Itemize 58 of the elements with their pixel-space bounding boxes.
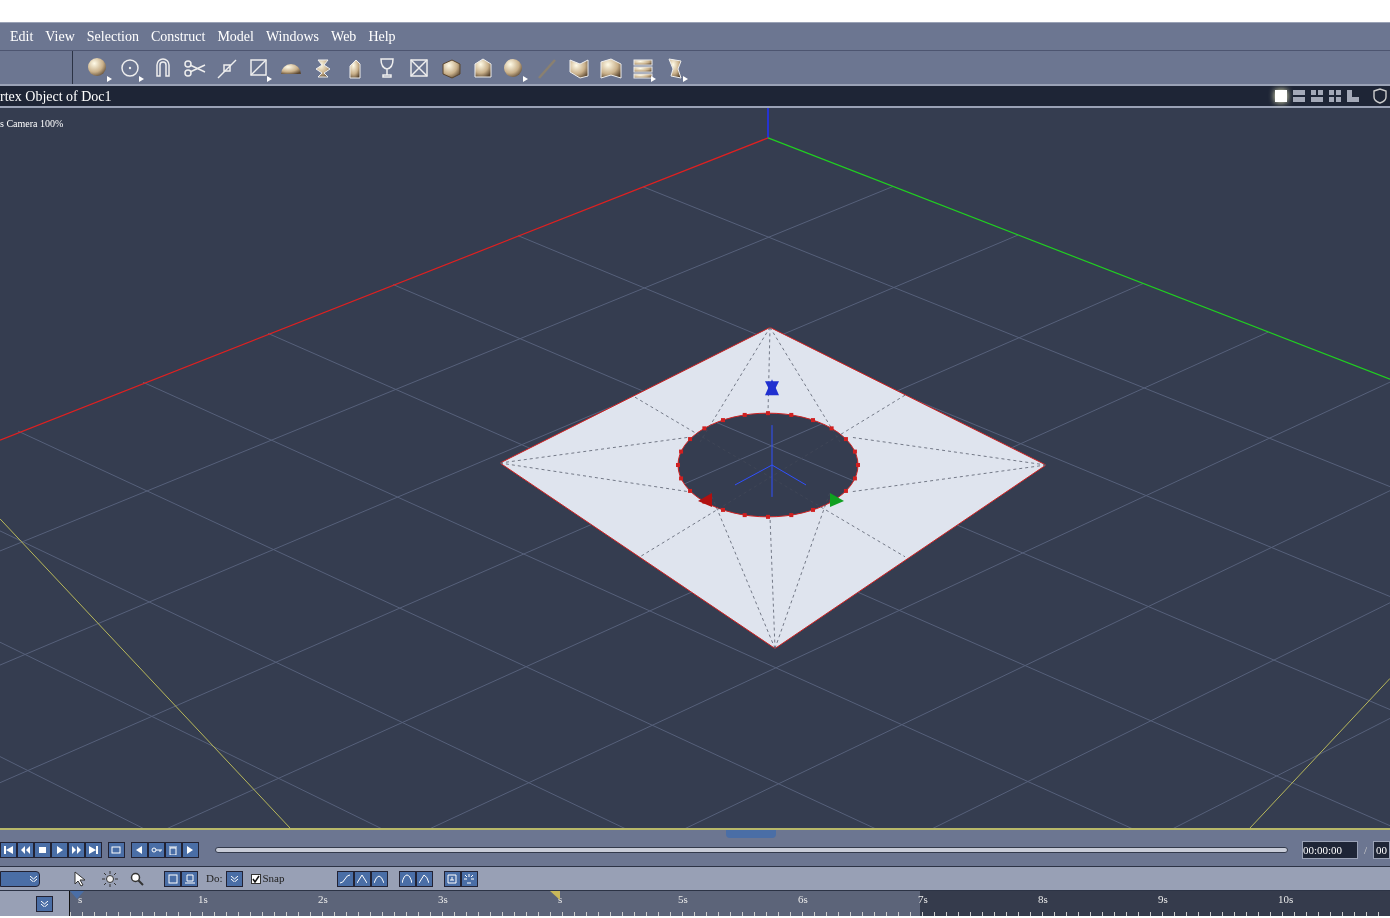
time-tick-label: 5s <box>678 892 688 907</box>
loop-icon[interactable] <box>108 842 125 858</box>
fast-forward-icon[interactable] <box>68 842 85 858</box>
peak-icon[interactable] <box>353 870 371 887</box>
sun-icon[interactable] <box>102 870 118 887</box>
view-layout-icon[interactable] <box>1310 89 1324 103</box>
menu-item[interactable]: Help <box>367 26 397 47</box>
caret-icon <box>30 875 37 882</box>
search-icon[interactable] <box>130 871 144 886</box>
view-layout-icon[interactable] <box>1328 89 1342 103</box>
snap-checkbox[interactable] <box>250 873 261 884</box>
stop-icon[interactable] <box>34 842 51 858</box>
skip-start-icon[interactable] <box>0 842 17 858</box>
time-tick-label: 9s <box>1158 892 1168 907</box>
time-tick-label: 8s <box>1038 892 1048 907</box>
menu-item[interactable]: View <box>44 26 76 47</box>
panel-resize-handle[interactable] <box>726 830 776 838</box>
ease-out-icon[interactable] <box>415 870 433 887</box>
curve-icon[interactable] <box>336 870 354 887</box>
previous-key-icon[interactable] <box>130 842 148 858</box>
menu-item[interactable]: Construct <box>149 26 207 47</box>
menu-item[interactable]: Edit <box>9 26 35 47</box>
time-tick-label: 10s <box>1278 892 1294 907</box>
caret-icon[interactable] <box>35 895 53 912</box>
menu-item[interactable]: Selection <box>85 26 140 47</box>
play-icon[interactable] <box>51 842 68 858</box>
shield-icon[interactable] <box>1372 88 1388 104</box>
time-field[interactable]: 00:00:00 <box>1301 841 1358 859</box>
ease-in-icon[interactable] <box>398 870 416 887</box>
snap-label: Snap <box>262 871 285 887</box>
document-title: rtex Object of Doc1 <box>0 87 112 106</box>
dropdown[interactable] <box>0 870 40 887</box>
time-tick-label: 7s <box>918 892 928 907</box>
camera-label: s Camera 100% <box>0 117 64 131</box>
fit-icon[interactable] <box>164 870 181 887</box>
do-label: Do: <box>206 871 223 887</box>
view-layout-icon[interactable] <box>1346 89 1360 103</box>
menu-item[interactable]: Model <box>216 26 255 47</box>
skip-end-icon[interactable] <box>85 842 102 858</box>
time-scrubber[interactable] <box>214 847 1288 853</box>
menu-item[interactable]: Windows <box>264 26 321 47</box>
menu-item[interactable]: Web <box>330 26 358 47</box>
time-tick-label: 6s <box>798 892 808 907</box>
end-marker-icon[interactable] <box>550 891 560 900</box>
view-layout-icon[interactable] <box>1292 89 1306 103</box>
caret-icon[interactable] <box>225 870 243 887</box>
time-tick-label: 1s <box>198 892 208 907</box>
arch-icon[interactable] <box>370 870 388 887</box>
view-layout-icon[interactable] <box>1274 89 1288 103</box>
time-tick-label: s <box>78 892 83 907</box>
end-time-field[interactable]: 00 <box>1373 841 1390 859</box>
time-tick-label: 3s <box>438 892 448 907</box>
time-separator: / <box>1363 842 1367 858</box>
viewport[interactable]: s Camera 100% <box>0 108 1390 830</box>
pointer-icon[interactable] <box>74 870 88 887</box>
rewind-icon[interactable] <box>17 842 34 858</box>
time-tick-label: 2s <box>318 892 328 907</box>
frame-icon[interactable] <box>181 870 198 887</box>
